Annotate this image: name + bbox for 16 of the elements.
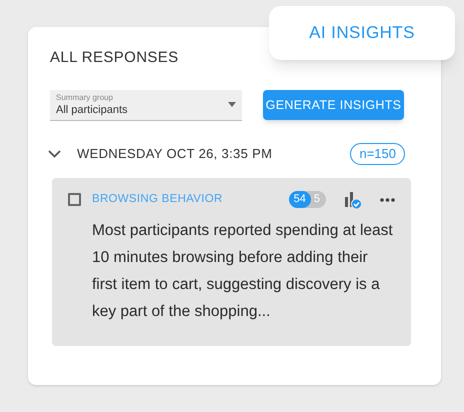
count-badge: n=150 <box>350 142 405 164</box>
more-options-icon[interactable] <box>380 198 395 202</box>
dropdown-value: All participants <box>56 104 128 116</box>
dropdown-caret-icon <box>228 102 236 107</box>
positive-count: 54 <box>288 191 311 208</box>
chevron-icon[interactable] <box>48 150 61 158</box>
negative-count: 5 <box>312 192 321 208</box>
popup-title: AI INSIGHTS <box>309 22 415 44</box>
panel-title: ALL RESPONSES <box>50 48 179 68</box>
session-date: WEDNESDAY OCT 26, 3:35 PM <box>77 144 272 163</box>
summary-group-dropdown[interactable]: Summary group All participants <box>50 90 242 120</box>
dropdown-label: Summary group <box>56 94 114 102</box>
insight-text: Most participants reported spending at least 10 minutes browsing before adding their first item to cart, suggesting discovery is a key part of the shopping... <box>92 220 394 322</box>
checkbox[interactable] <box>68 193 81 206</box>
insight-title: BROWSING BEHAVIOR <box>92 192 223 207</box>
chart-check-icon[interactable] <box>343 190 363 210</box>
